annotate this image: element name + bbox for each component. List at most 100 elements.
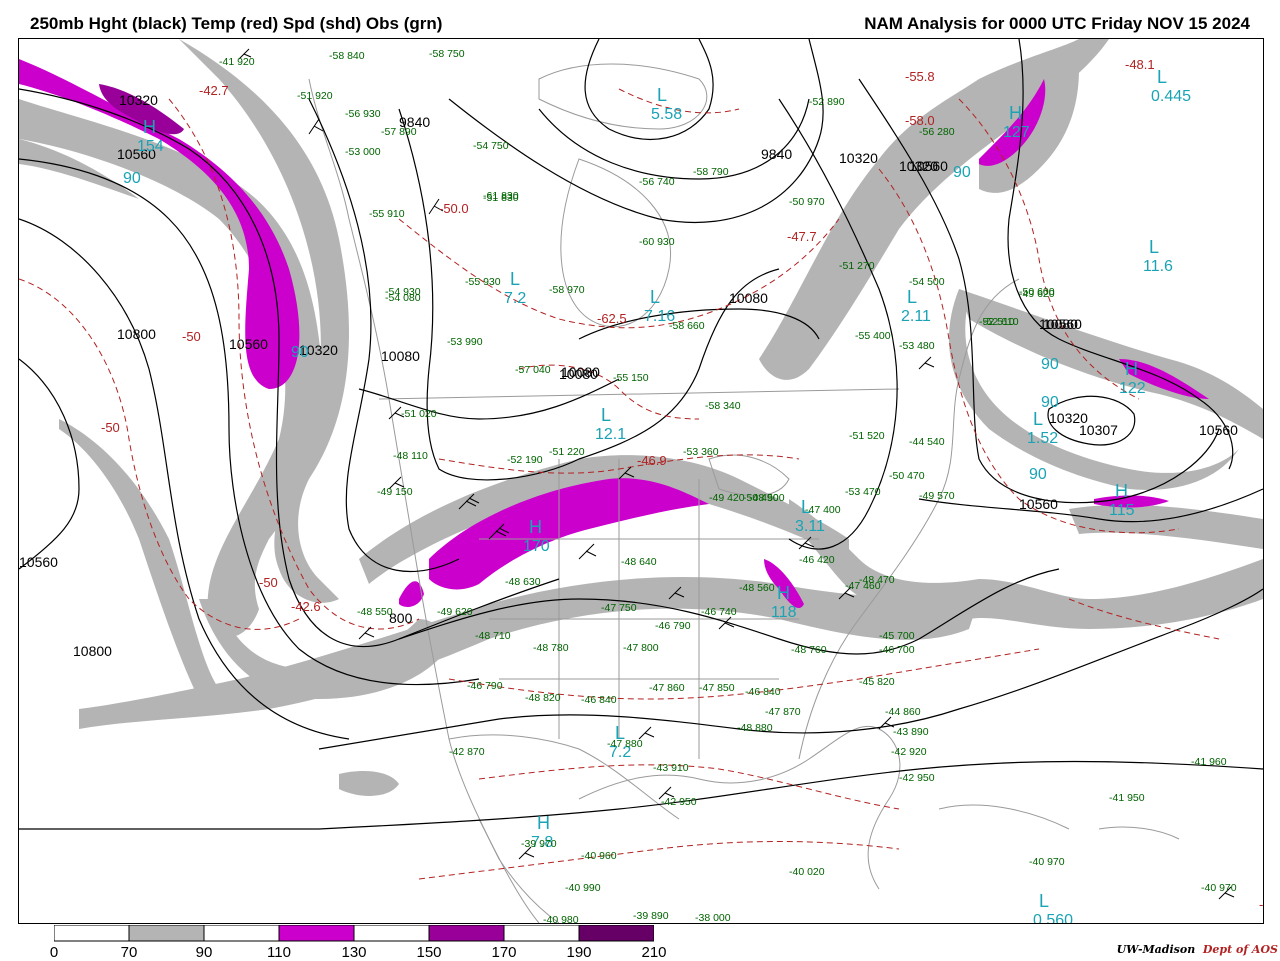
station-obs: -40 970 (1201, 882, 1237, 894)
station-obs: -48 780 (533, 642, 569, 654)
temp-label: -55.8 (905, 69, 935, 84)
station-obs: -42 950 (661, 796, 697, 808)
low-center-icon: L (657, 85, 667, 105)
station-obs: -47 860 (649, 682, 685, 694)
station-obs: -48 500 (749, 492, 785, 504)
height-label: 10560 (1019, 496, 1058, 512)
station-obs: -44 860 (885, 706, 921, 718)
height-label: 10320 (899, 158, 938, 174)
credit-text: UW-Madison Dept of AOS (1117, 943, 1278, 956)
barb (308, 118, 324, 135)
station-obs: -46 840 (745, 686, 781, 698)
t-south-2 (418, 841, 900, 880)
station-obs: -50 600 (1019, 286, 1055, 298)
station-obs: -60 930 (639, 236, 675, 248)
station-obs: -48 110 (393, 450, 428, 462)
station-obs: -51 520 (849, 430, 885, 442)
station-obs: -46 700 (879, 644, 915, 656)
station-obs: -51 920 (297, 90, 333, 102)
height-label: 10560 (19, 554, 58, 570)
center-value: 115 (1109, 502, 1135, 519)
center-value: 3.11 (795, 518, 825, 535)
z-10080-arc (398, 108, 780, 481)
station-obs: -58 840 (329, 50, 365, 62)
station-obs: -48 550 (357, 606, 393, 618)
station-obs: -53 480 (899, 340, 935, 352)
station-obs: -56 280 (919, 126, 955, 138)
station-obs: -51 020 (401, 408, 437, 420)
legend-swatch (128, 925, 205, 942)
station-obs: -45 820 (859, 676, 895, 688)
legend-tick: 210 (641, 944, 667, 961)
station-obs: -47 750 (601, 602, 637, 614)
legend-tick: 170 (491, 944, 517, 961)
station-obs: -54 500 (909, 276, 945, 288)
station-obs: -58 750 (429, 48, 465, 60)
temp-label: -47.7 (787, 229, 817, 244)
station-obs: -39 970 (521, 838, 557, 850)
station-obs: -48 880 (737, 722, 773, 734)
station-obs: -46 790 (655, 620, 691, 632)
station-obs: -48 710 (475, 630, 511, 642)
station-obs: -46 420 (799, 554, 835, 566)
station-obs: -48 630 (505, 576, 541, 588)
low-center-icon: L (1149, 237, 1159, 257)
station-obs: -53 990 (447, 336, 483, 348)
station-obs: -44 540 (909, 436, 945, 448)
high-center-icon: H (1009, 103, 1022, 123)
legend-tick: 70 (120, 944, 138, 961)
station-obs: -51 220 (549, 446, 585, 458)
station-obs: -54 080 (385, 292, 421, 304)
temp-label: -50 (1259, 897, 1263, 912)
station-obs: -48 560 (739, 582, 775, 594)
station-obs: -49 420 (709, 492, 745, 504)
center-value: 127 (1003, 124, 1030, 141)
weather-map[interactable]: 10320 10560 10800 10560 10320 10080 9840 9840 10… (18, 38, 1264, 924)
high-center-icon: H (777, 583, 790, 603)
station-obs: -48 640 (621, 556, 657, 568)
station-obs: -38 000 (695, 912, 731, 923)
legend-tick: 150 (416, 944, 442, 961)
station-obs: -45 700 (879, 630, 915, 642)
map-canvas: 10320105601080010560 10320 100809840984010… (19, 39, 1263, 923)
station-obs: -47 400 (805, 504, 841, 516)
station-obs: -39 890 (633, 910, 669, 922)
station-obs: -53 000 (345, 146, 381, 158)
credit-dept: Dept of AOS (1202, 943, 1278, 956)
station-obs: -52 190 (507, 454, 543, 466)
cuba (938, 804, 1070, 830)
station-obs: -58 340 (705, 400, 741, 412)
station-obs: -46 740 (701, 606, 737, 618)
high-center-icon: H (1125, 359, 1138, 379)
barb (918, 356, 935, 370)
temp-label: -50 (182, 329, 201, 344)
temp-label: -62.5 (597, 311, 627, 326)
station-obs: -40 960 (581, 850, 617, 862)
speed-label: 90 (123, 170, 141, 187)
legend-tick: 90 (195, 944, 213, 961)
legend-swatch (353, 925, 430, 942)
hispaniola (1098, 826, 1180, 840)
station-obs: -52 610 (983, 316, 1019, 328)
high-center-icon: H (1115, 481, 1128, 501)
station-obs: -47 800 (623, 642, 659, 654)
low-center-icon: L (1157, 67, 1167, 87)
z-10800-sw (19, 358, 80, 570)
center-value: 12.1 (595, 426, 626, 443)
station-obs: -52 890 (809, 96, 845, 108)
station-obs: -48 760 (791, 644, 827, 656)
height-label: 10560 (1199, 422, 1238, 438)
low-center-icon: L (510, 269, 520, 289)
jet-gray-atlantic2 (1069, 504, 1263, 549)
station-obs: -40 970 (1029, 856, 1065, 868)
temp-label: -48.1 (1125, 57, 1155, 72)
z-9840-top (584, 39, 714, 140)
station-obs: -42 920 (891, 746, 927, 758)
center-value: 0.560 (1033, 912, 1073, 923)
temp-label: -46.9 (637, 453, 667, 468)
speed-label: 90 (291, 344, 309, 361)
station-obs: -58 970 (549, 284, 585, 296)
station-obs: -55 910 (369, 208, 405, 220)
station-obs: -46 790 (467, 680, 503, 692)
station-obs: -42 950 (899, 772, 935, 784)
